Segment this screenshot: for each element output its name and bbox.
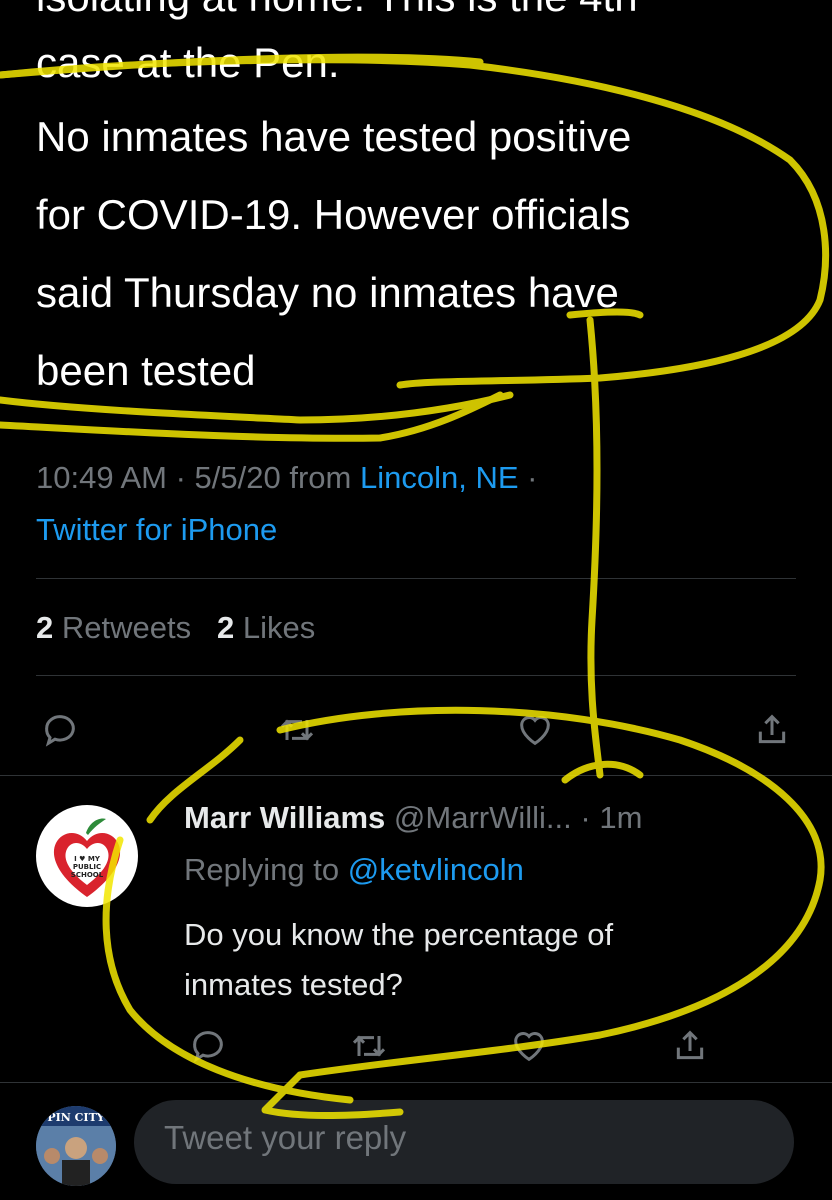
retweet-icon[interactable] <box>345 1022 393 1070</box>
reply-author-name[interactable]: Marr Williams <box>184 800 385 835</box>
tweet-client-link[interactable]: Twitter for iPhone <box>36 512 277 547</box>
tweet-location-link[interactable]: Lincoln, NE <box>360 460 519 495</box>
retweet-icon[interactable] <box>273 706 321 754</box>
comment-icon[interactable] <box>36 706 84 754</box>
retweets-label: Retweets <box>61 610 192 645</box>
heart-icon[interactable] <box>511 706 559 754</box>
reply-input[interactable] <box>162 1118 766 1158</box>
share-icon[interactable] <box>666 1022 714 1070</box>
tweet-text-line: case at the Pen. <box>36 39 340 86</box>
reply-time: 1m <box>599 800 643 835</box>
share-icon[interactable] <box>748 706 796 754</box>
retweets-stat[interactable]: 2 Retweets <box>36 610 191 645</box>
tweet-meta: 10:49 AM · 5/5/20 from Lincoln, NE · Twi… <box>36 460 538 547</box>
tweet-text-line: been tested <box>36 347 256 394</box>
tweet-text-line: for COVID-19. However officials <box>36 191 631 238</box>
svg-text:PIN CITY: PIN CITY <box>47 1111 104 1124</box>
reply-avatar[interactable]: I ♥ MY PUBLIC SCHOOL <box>36 805 138 907</box>
apple-heart-logo: I ♥ MY PUBLIC SCHOOL <box>53 818 121 897</box>
svg-text:SCHOOL: SCHOOL <box>71 871 104 879</box>
tweet-text-line: No inmates have tested positive <box>36 113 632 160</box>
reply-header: Marr Williams @MarrWilli... · 1m <box>184 800 643 835</box>
user-avatar-image: PIN CITY <box>36 1106 116 1186</box>
svg-text:PUBLIC: PUBLIC <box>73 863 101 871</box>
tweet-stats: 2 Retweets 2 Likes <box>36 610 315 646</box>
comment-icon[interactable] <box>184 1022 232 1070</box>
tweet-actions <box>36 706 796 754</box>
tweet-time: 10:49 AM <box>36 460 167 495</box>
heart-icon[interactable] <box>505 1022 553 1070</box>
reply-text-line: Do you know the percentage of <box>184 917 614 952</box>
reply-composer[interactable] <box>134 1100 794 1184</box>
divider <box>0 1082 832 1083</box>
tweet-text-line: said Thursday no inmates have <box>36 269 619 316</box>
user-avatar[interactable]: PIN CITY <box>36 1106 116 1186</box>
divider <box>36 675 796 676</box>
likes-count: 2 <box>216 610 235 645</box>
likes-stat[interactable]: 2 Likes <box>217 610 315 645</box>
tweet-text: case at the Pen. No inmates have tested … <box>36 28 796 410</box>
reply-author-handle[interactable]: @MarrWilli... <box>394 800 572 835</box>
replying-to: Replying to @ketvlincoln <box>184 852 524 888</box>
replying-prefix: Replying to <box>184 852 340 887</box>
divider <box>0 775 832 776</box>
reply-text-line: inmates tested? <box>184 967 403 1002</box>
retweets-count: 2 <box>36 610 54 645</box>
tweet-date: 5/5/20 <box>194 460 281 495</box>
divider <box>36 578 796 579</box>
replying-to-handle[interactable]: @ketvlincoln <box>348 852 524 887</box>
from-label: from <box>289 460 352 495</box>
svg-text:I ♥ MY: I ♥ MY <box>74 855 101 863</box>
reply-actions <box>184 1022 714 1070</box>
likes-label: Likes <box>242 610 316 645</box>
reply-text: Do you know the percentage of inmates te… <box>184 910 784 1010</box>
